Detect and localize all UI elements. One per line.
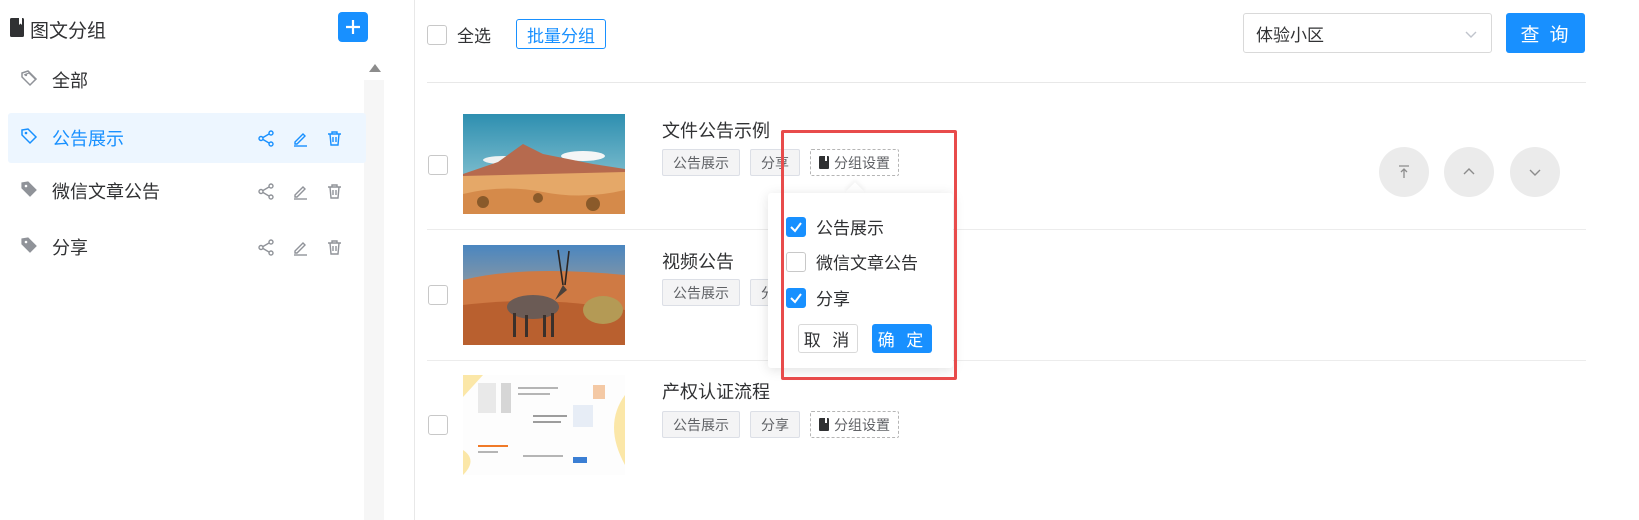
edit-icon[interactable] [290, 237, 310, 257]
edit-icon[interactable] [290, 128, 310, 148]
row-checkbox[interactable] [428, 155, 448, 175]
group-tag: 分享 [750, 411, 800, 438]
sidebar-item-announcement[interactable]: 公告展示 [8, 113, 366, 163]
article-tags: 公告展示 分享 分组设置 [662, 411, 899, 438]
plus-icon [346, 20, 360, 34]
cancel-button[interactable]: 取 消 [798, 324, 858, 353]
confirm-button[interactable]: 确 定 [872, 324, 932, 353]
article-thumbnail[interactable] [463, 245, 625, 345]
popover-option-label: 分享 [816, 290, 850, 310]
sidebar-item-label: 微信文章公告 [52, 182, 160, 203]
delete-icon[interactable] [324, 237, 344, 257]
group-actions [256, 237, 344, 257]
tags-icon [20, 236, 38, 258]
group-sidebar: 图文分组 全部 公告展示 微信文章公告 分享 [0, 0, 384, 520]
chevron-down-icon [1529, 169, 1541, 176]
checkbox[interactable] [427, 24, 447, 45]
article-title[interactable]: 产权认证流程 [662, 378, 770, 404]
article-tags: 公告展示 分享 分组设置 [662, 149, 899, 176]
article-thumbnail[interactable] [463, 375, 625, 475]
share-icon[interactable] [256, 181, 276, 201]
popover-option-announcement[interactable]: 公告展示 [786, 214, 884, 239]
tags-icon [20, 69, 38, 91]
group-setting-label: 分组设置 [834, 155, 890, 172]
batch-group-button[interactable]: 批量分组 [516, 19, 606, 49]
scroll-up-arrow[interactable] [369, 64, 381, 72]
share-icon[interactable] [256, 237, 276, 257]
checkbox[interactable] [786, 251, 806, 272]
group-setting-button[interactable]: 分组设置 [810, 149, 899, 176]
chevron-down-icon [1463, 26, 1479, 47]
sidebar-item-label: 分享 [52, 238, 88, 259]
sidebar-divider [414, 0, 415, 520]
toolbar-divider [427, 82, 1586, 83]
article-thumbnail[interactable] [463, 114, 625, 214]
row-divider [427, 229, 1586, 230]
tag-icon [20, 127, 38, 149]
group-setting-label: 分组设置 [834, 417, 890, 434]
sidebar-item-all[interactable]: 全部 [8, 55, 366, 105]
book-icon [819, 418, 829, 431]
move-to-top-button[interactable] [1379, 147, 1429, 197]
share-icon[interactable] [256, 128, 276, 148]
check-icon [790, 221, 802, 233]
row-divider [427, 360, 1586, 361]
group-setting-popover: 公告展示 微信文章公告 分享 取 消 确 定 [768, 193, 953, 368]
sidebar-title: 图文分组 [30, 19, 107, 42]
group-actions [256, 128, 344, 148]
query-button[interactable]: 查 询 [1506, 13, 1585, 53]
sidebar-scrollbar[interactable] [364, 80, 384, 520]
chevron-up-icon [1463, 168, 1475, 175]
book-icon [10, 17, 24, 41]
popover-option-label: 公告展示 [816, 219, 884, 239]
edit-icon[interactable] [290, 181, 310, 201]
community-select[interactable]: 体验小区 [1243, 13, 1492, 53]
delete-icon[interactable] [324, 128, 344, 148]
checkbox[interactable] [786, 287, 806, 308]
sidebar-header: 图文分组 [10, 14, 106, 44]
tags-icon [20, 180, 38, 202]
sidebar-item-wechat-articles[interactable]: 微信文章公告 [8, 166, 366, 216]
delete-icon[interactable] [324, 181, 344, 201]
checkbox[interactable] [786, 216, 806, 237]
select-all-label: 全选 [457, 27, 491, 47]
row-checkbox[interactable] [428, 415, 448, 435]
group-tag: 公告展示 [662, 149, 740, 176]
popover-option-label: 微信文章公告 [816, 254, 918, 274]
group-actions [256, 181, 344, 201]
top-arrow-icon [1399, 165, 1409, 178]
move-up-button[interactable] [1444, 147, 1494, 197]
check-icon [790, 292, 802, 304]
sidebar-item-label: 公告展示 [52, 129, 124, 150]
popover-option-share[interactable]: 分享 [786, 285, 850, 310]
move-down-button[interactable] [1510, 147, 1560, 197]
sidebar-item-share[interactable]: 分享 [8, 222, 366, 272]
row-checkbox[interactable] [428, 285, 448, 305]
select-all-checkbox[interactable]: 全选 [427, 22, 491, 47]
group-tag: 分享 [750, 149, 800, 176]
sidebar-item-label: 全部 [52, 71, 88, 92]
group-tag: 公告展示 [662, 279, 740, 306]
book-icon [819, 156, 829, 169]
community-select-value: 体验小区 [1256, 25, 1324, 46]
group-tag: 公告展示 [662, 411, 740, 438]
article-title[interactable]: 文件公告示例 [662, 117, 770, 143]
group-setting-button[interactable]: 分组设置 [810, 411, 899, 438]
add-group-button[interactable] [338, 12, 368, 42]
article-title[interactable]: 视频公告 [662, 248, 734, 274]
popover-option-wechat-articles[interactable]: 微信文章公告 [786, 249, 918, 274]
